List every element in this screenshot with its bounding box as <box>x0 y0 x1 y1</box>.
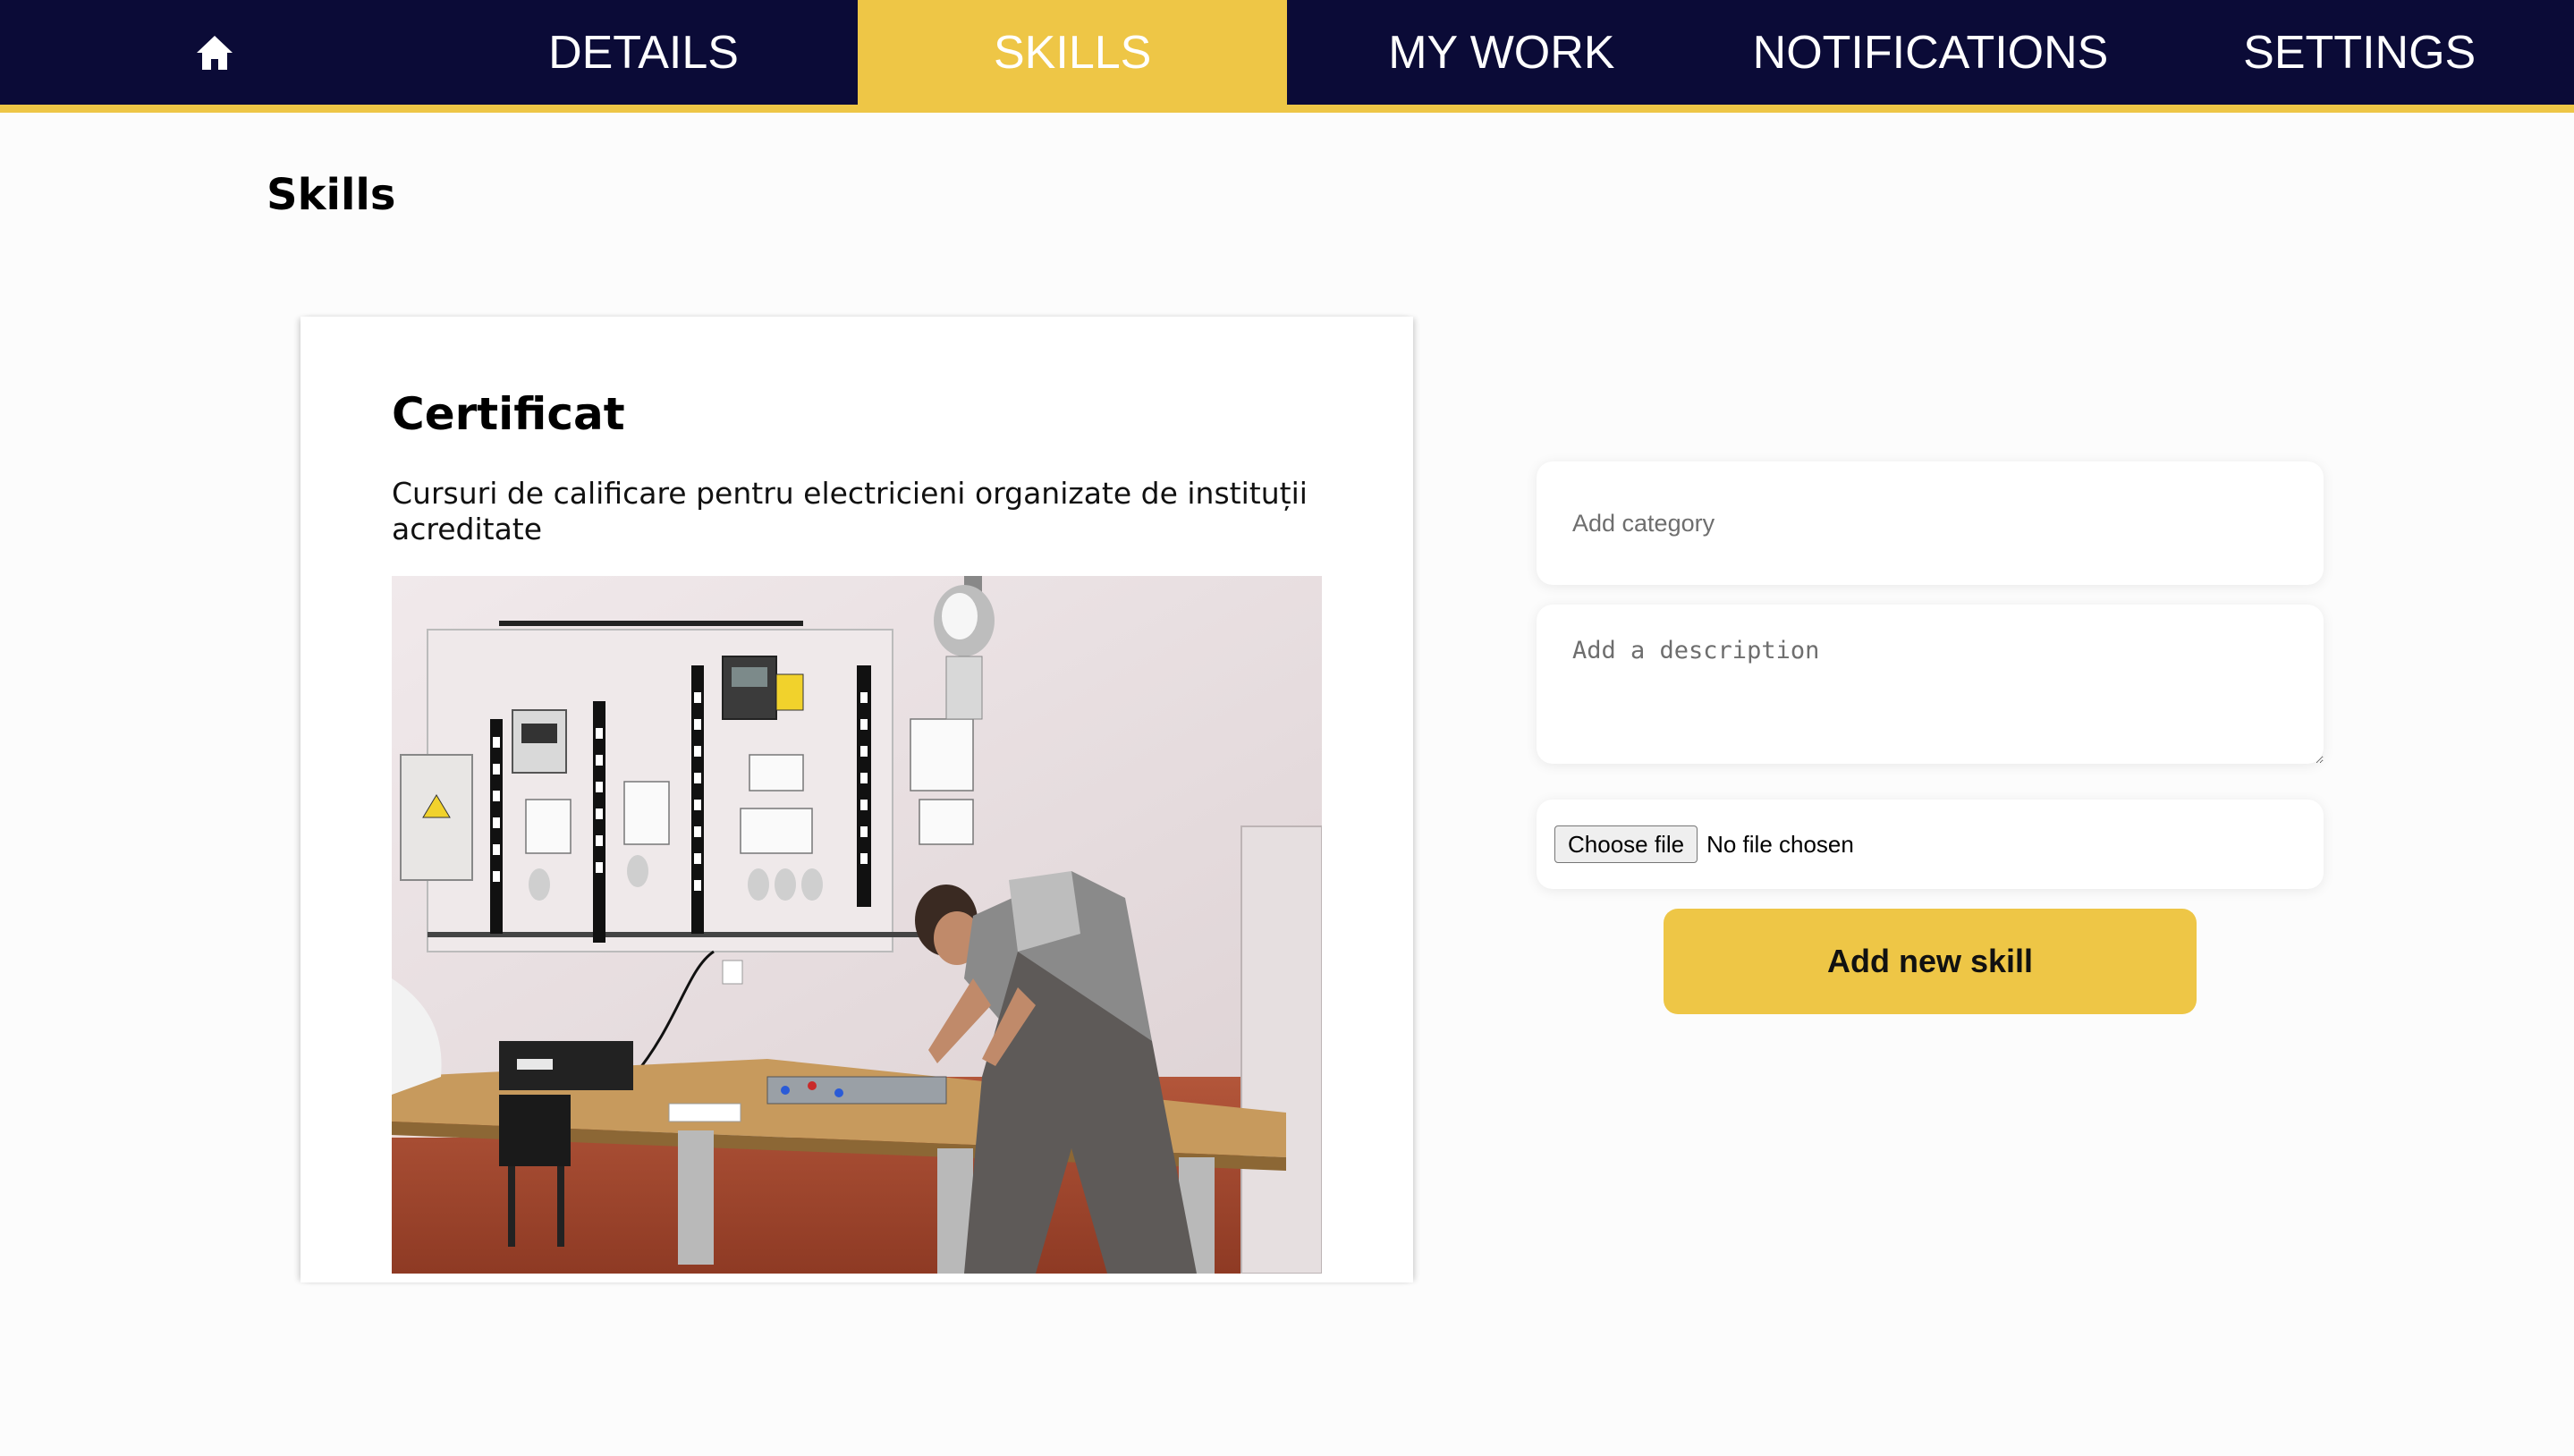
nav-tab-settings[interactable]: SETTINGS <box>2145 0 2574 105</box>
nav-tab-details[interactable]: DETAILS <box>429 0 859 105</box>
top-navbar: DETAILS SKILLS MY WORK NOTIFICATIONS SET… <box>0 0 2574 113</box>
skill-card: Certificat Cursuri de calificare pentru … <box>301 317 1413 1282</box>
nav-tab-my-work[interactable]: MY WORK <box>1287 0 1716 105</box>
nav-tab-notifications[interactable]: NOTIFICATIONS <box>1716 0 2146 105</box>
add-new-skill-button[interactable]: Add new skill <box>1664 909 2197 1014</box>
description-textarea[interactable] <box>1537 605 2324 764</box>
page-title: Skills <box>267 170 396 220</box>
file-status-text: No file chosen <box>1706 830 1854 858</box>
nav-tab-skills[interactable]: SKILLS <box>858 0 1288 105</box>
choose-file-button[interactable]: Choose file <box>1554 825 1698 863</box>
category-field-wrapper <box>1537 461 2324 585</box>
category-input[interactable] <box>1537 461 2324 585</box>
description-field-wrapper <box>1537 605 2324 764</box>
skill-card-title: Certificat <box>392 388 625 440</box>
skill-card-photo <box>392 576 1322 1274</box>
nav-home-button[interactable] <box>0 0 429 105</box>
file-upload-field: Choose file No file chosen <box>1537 800 2324 889</box>
home-icon <box>196 35 233 70</box>
skill-card-description: Cursuri de calificare pentru electricien… <box>392 476 1308 546</box>
